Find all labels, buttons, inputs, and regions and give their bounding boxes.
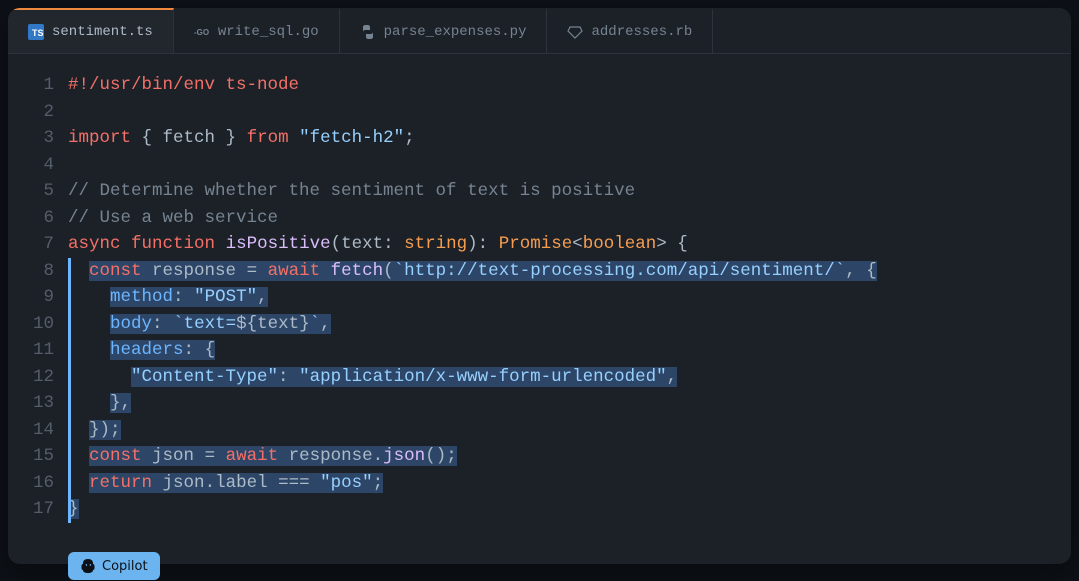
code-line-15: const json = await response.json(); (68, 443, 457, 470)
code-area[interactable]: 1 #!/usr/bin/env ts-node 2 3 import { fe… (8, 54, 1071, 531)
tab-sentiment[interactable]: TS sentiment.ts (8, 8, 174, 53)
line-number: 2 (8, 99, 68, 126)
line-number: 14 (8, 417, 68, 444)
go-icon: -GO (194, 24, 210, 40)
code-line-11: headers: { (68, 337, 215, 364)
tab-label: write_sql.go (218, 24, 319, 40)
python-icon (360, 24, 376, 40)
editor-window: TS sentiment.ts -GO write_sql.go parse_e… (8, 8, 1071, 564)
ruby-icon (567, 24, 583, 40)
code-line-14: }); (68, 417, 121, 444)
line-number: 9 (8, 284, 68, 311)
line-number: 11 (8, 337, 68, 364)
svg-text:-GO: -GO (194, 28, 209, 37)
ts-icon: TS (28, 24, 44, 40)
tab-bar: TS sentiment.ts -GO write_sql.go parse_e… (8, 8, 1071, 54)
tab-label: addresses.rb (591, 24, 692, 40)
code-line-16: return json.label === "pos"; (68, 470, 383, 497)
svg-text:TS: TS (32, 28, 44, 38)
line-number: 10 (8, 311, 68, 338)
code-line-12: "Content-Type": "application/x-www-form-… (68, 364, 677, 391)
copilot-badge[interactable]: Copilot (68, 552, 160, 580)
code-line-3: import { fetch } from "fetch-h2"; (68, 125, 415, 152)
code-line-5: // Determine whether the sentiment of te… (68, 178, 635, 205)
copilot-icon (80, 558, 96, 574)
line-number: 3 (8, 125, 68, 152)
tab-addresses[interactable]: addresses.rb (547, 8, 713, 53)
tab-writesql[interactable]: -GO write_sql.go (174, 8, 340, 53)
code-line-13: }, (68, 390, 131, 417)
copilot-label: Copilot (102, 559, 148, 574)
line-number: 7 (8, 231, 68, 258)
tab-label: parse_expenses.py (384, 24, 527, 40)
line-number: 5 (8, 178, 68, 205)
line-number: 15 (8, 443, 68, 470)
line-number: 8 (8, 258, 68, 285)
line-number: 12 (8, 364, 68, 391)
code-line-9: method: "POST", (68, 284, 268, 311)
code-line-6: // Use a web service (68, 205, 278, 232)
code-line-10: body: `text=${text}`, (68, 311, 331, 338)
line-number: 13 (8, 390, 68, 417)
tab-label: sentiment.ts (52, 24, 153, 40)
line-number: 4 (8, 152, 68, 179)
code-line-7: async function isPositive(text: string):… (68, 231, 688, 258)
code-line-1: #!/usr/bin/env ts-node (68, 72, 299, 99)
tab-parseexpenses[interactable]: parse_expenses.py (340, 8, 548, 53)
line-number: 1 (8, 72, 68, 99)
line-number: 16 (8, 470, 68, 497)
line-number: 17 (8, 496, 68, 523)
line-number: 6 (8, 205, 68, 232)
code-line-8: const response = await fetch(`http://tex… (68, 258, 877, 285)
